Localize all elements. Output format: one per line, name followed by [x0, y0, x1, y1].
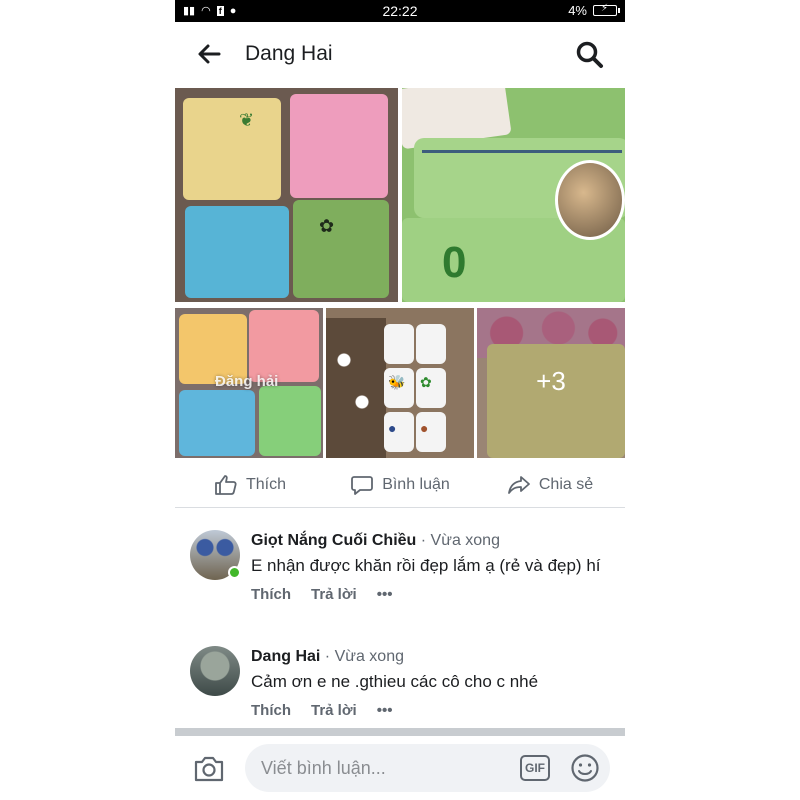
thumbs-up-icon [215, 474, 237, 495]
share-button[interactable]: Chia sẻ [475, 462, 625, 507]
commenter-avatar[interactable] [190, 646, 240, 696]
search-button[interactable] [575, 40, 605, 70]
pink-towel-2 [249, 310, 319, 382]
comment-text: E nhận được khăn rồi đẹp lắm ạ (rẻ và đẹ… [251, 556, 601, 575]
photo-towels-four[interactable]: ❦ ✿ [175, 88, 398, 302]
comment-button[interactable]: Bình luận [325, 462, 475, 507]
gif-button[interactable]: GIF [520, 755, 550, 781]
bear-embroidery-icon: ● [420, 420, 429, 436]
green-towel-2 [259, 386, 321, 456]
comment-time: · Vừa xong [324, 648, 404, 665]
yellow-towel [183, 98, 281, 200]
towel-stripe [422, 150, 622, 153]
search-icon [576, 41, 603, 68]
comment-bubble-icon [351, 475, 374, 495]
post-photo-grid: ❦ ✿ 0 Đăng hải 🐝 ✿ ● ● +3 [175, 88, 625, 458]
embroidery-leaf-icon: ❦ [239, 110, 255, 130]
comment-like-button[interactable]: Thích [251, 702, 291, 719]
mini-towel-2 [416, 324, 446, 364]
page-title: Dang Hai [245, 42, 333, 65]
photo-watermark-caption: Đăng hải [215, 373, 279, 390]
towel-numeral: 0 [442, 238, 467, 287]
status-bar: ▮▮ ◠ f ● 22:22 4% ⚡ [175, 0, 625, 22]
comment-time: · Vừa xong [420, 532, 500, 549]
like-button[interactable]: Thích [175, 462, 325, 507]
pink-towel [290, 94, 388, 198]
mini-towel-1 [384, 324, 414, 364]
comment-reply-button[interactable]: Trả lời [311, 586, 357, 603]
comment-header: Dang Hai · Vừa xong [251, 648, 611, 666]
page-header: Dang Hai [175, 22, 625, 88]
comment-text: Cảm ơn e ne .gthieu các cô cho c nhé [251, 672, 539, 691]
photo-small-towels[interactable]: 🐝 ✿ ● ● [326, 308, 474, 458]
arrow-left-icon [198, 44, 221, 64]
more-photos-count: +3 [536, 366, 566, 396]
green-towel [293, 200, 389, 298]
phone-screen: ▮▮ ◠ f ● 22:22 4% ⚡ Dang Hai ❦ ✿ 0 Đăng … [175, 0, 625, 800]
comment-author[interactable]: Dang Hai [251, 648, 320, 665]
blue-towel-2 [179, 390, 255, 456]
status-time: 22:22 [382, 3, 418, 19]
flower-embroidery-icon: ✿ [420, 374, 432, 390]
comment-header: Giọt Nắng Cuối Chiều · Vừa xong [251, 532, 611, 550]
comment-body: Giọt Nắng Cuối Chiều · Vừa xong E nhận đ… [251, 532, 611, 603]
comment-body: Dang Hai · Vừa xong Cảm ơn e ne .gthieu … [251, 648, 611, 719]
embroidery-bird-icon: ✿ [319, 216, 335, 236]
battery-icon: ⚡ [593, 3, 620, 16]
share-arrow-icon [507, 475, 530, 494]
like-label: Thích [245, 475, 286, 493]
comment-input[interactable] [245, 744, 610, 792]
comment-label: Bình luận [382, 475, 450, 493]
comment-more-button[interactable]: ••• [377, 586, 393, 603]
penguin-embroidery-icon: ● [388, 420, 397, 436]
chat-head-avatar[interactable] [555, 160, 625, 240]
battery-percent: 4% [568, 3, 587, 18]
online-status-indicator [228, 566, 241, 579]
emoji-icon [571, 754, 599, 782]
back-button[interactable] [195, 40, 223, 68]
emoji-button[interactable] [570, 753, 600, 783]
comment-author[interactable]: Giọt Nắng Cuối Chiều [251, 532, 416, 549]
section-divider [175, 728, 625, 736]
camera-button[interactable] [193, 754, 225, 784]
comment-actions: Thích Trả lời ••• [251, 702, 611, 719]
photo-towels-letters[interactable]: Đăng hải [175, 308, 323, 458]
blue-towel [185, 206, 289, 298]
post-actions-bar: Thích Bình luận Chia sẻ [175, 462, 625, 508]
share-label: Chia sẻ [538, 475, 594, 493]
comment-composer: GIF [175, 736, 625, 800]
comment-like-button[interactable]: Thích [251, 586, 291, 603]
comment-actions: Thích Trả lời ••• [251, 586, 611, 603]
comment-more-button[interactable]: ••• [377, 702, 393, 719]
white-flowers [326, 318, 386, 458]
comment-reply-button[interactable]: Trả lời [311, 702, 357, 719]
status-icons-right: 4% ⚡ [568, 3, 620, 18]
bee-embroidery-icon: 🐝 [388, 374, 406, 390]
camera-icon [194, 756, 224, 782]
photo-more[interactable]: +3 [477, 308, 625, 458]
